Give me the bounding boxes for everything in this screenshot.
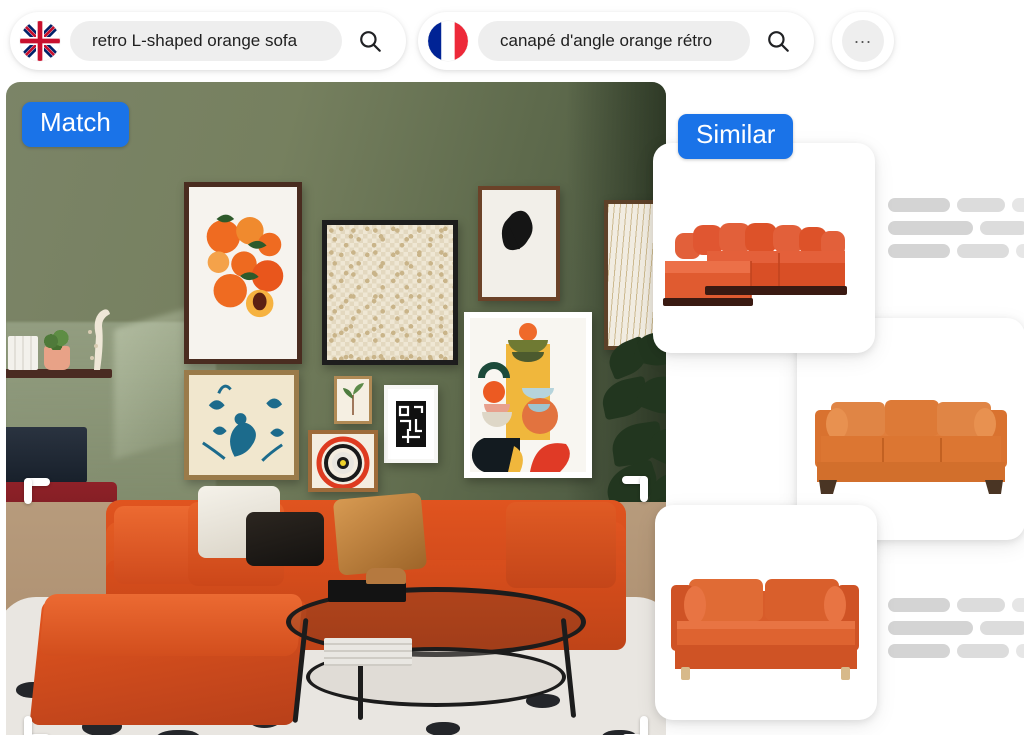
rug-spot [426,722,460,735]
search-input-en-gb[interactable]: retro L-shaped orange sofa [70,21,342,61]
book-stack-lower [324,638,412,666]
search-icon[interactable] [756,19,800,63]
more-options-button[interactable]: ... [832,12,894,70]
france-flag-icon [428,21,468,61]
shelf-giraffe-figurine [84,302,112,370]
sofa-chaise-cushion [38,594,304,656]
artwork-blue-folk [184,370,299,480]
crop-bracket-top-left[interactable] [24,478,58,512]
skeleton-row [888,598,1024,612]
artwork-black-scribble [384,385,438,463]
more-horizontal-icon: ... [842,20,884,62]
shelf-plant-leaves [42,328,72,350]
artwork-abstract-shapes [464,312,592,478]
result-card-sectional-sofa[interactable] [653,143,875,353]
shelf-books [8,336,38,370]
skeleton-row [888,644,1024,658]
crop-bracket-top-right[interactable] [614,476,648,510]
skeleton-row [888,198,1024,212]
product-image-sectional-sofa [653,143,875,353]
result-card-two-seat-sofa[interactable] [655,505,877,720]
search-icon[interactable] [348,19,392,63]
product-image-two-seat-sofa [655,505,877,720]
artwork-silhouette [478,186,560,301]
search-toolbar: retro L-shaped orange sofa canapé d'angl… [0,0,1024,82]
crop-bracket-bottom-right[interactable] [614,708,648,735]
crop-bracket-bottom-left[interactable] [24,708,58,735]
tv-monitor [6,427,87,483]
throw-pillow-bronze [332,492,428,576]
artwork-texture-square [322,220,458,365]
similar-badge[interactable]: Similar [678,114,794,159]
living-room-photo [6,82,666,735]
scene-photo[interactable] [6,82,666,735]
search-bar-fr-fr[interactable]: canapé d'angle orange rétro [418,12,814,70]
uk-flag-icon [20,21,60,61]
artwork-bullseye [308,430,378,492]
result-1-text-placeholder [888,198,1024,267]
throw-pillow-black [246,512,324,566]
wall-shelf [6,369,112,378]
artwork-botanical-small [334,376,372,424]
artwork-oranges [184,182,302,364]
app-root: retro L-shaped orange sofa canapé d'angl… [0,0,1024,735]
search-input-fr-fr[interactable]: canapé d'angle orange rétro [478,21,750,61]
skeleton-row [888,221,1024,235]
result-3-text-placeholder [888,598,1024,667]
decor-object-wood [366,568,406,584]
skeleton-row [888,244,1024,258]
skeleton-row [888,621,1024,635]
search-bar-en-gb[interactable]: retro L-shaped orange sofa [10,12,406,70]
match-badge[interactable]: Match [22,102,129,147]
sofa-back-cushion [506,502,616,588]
